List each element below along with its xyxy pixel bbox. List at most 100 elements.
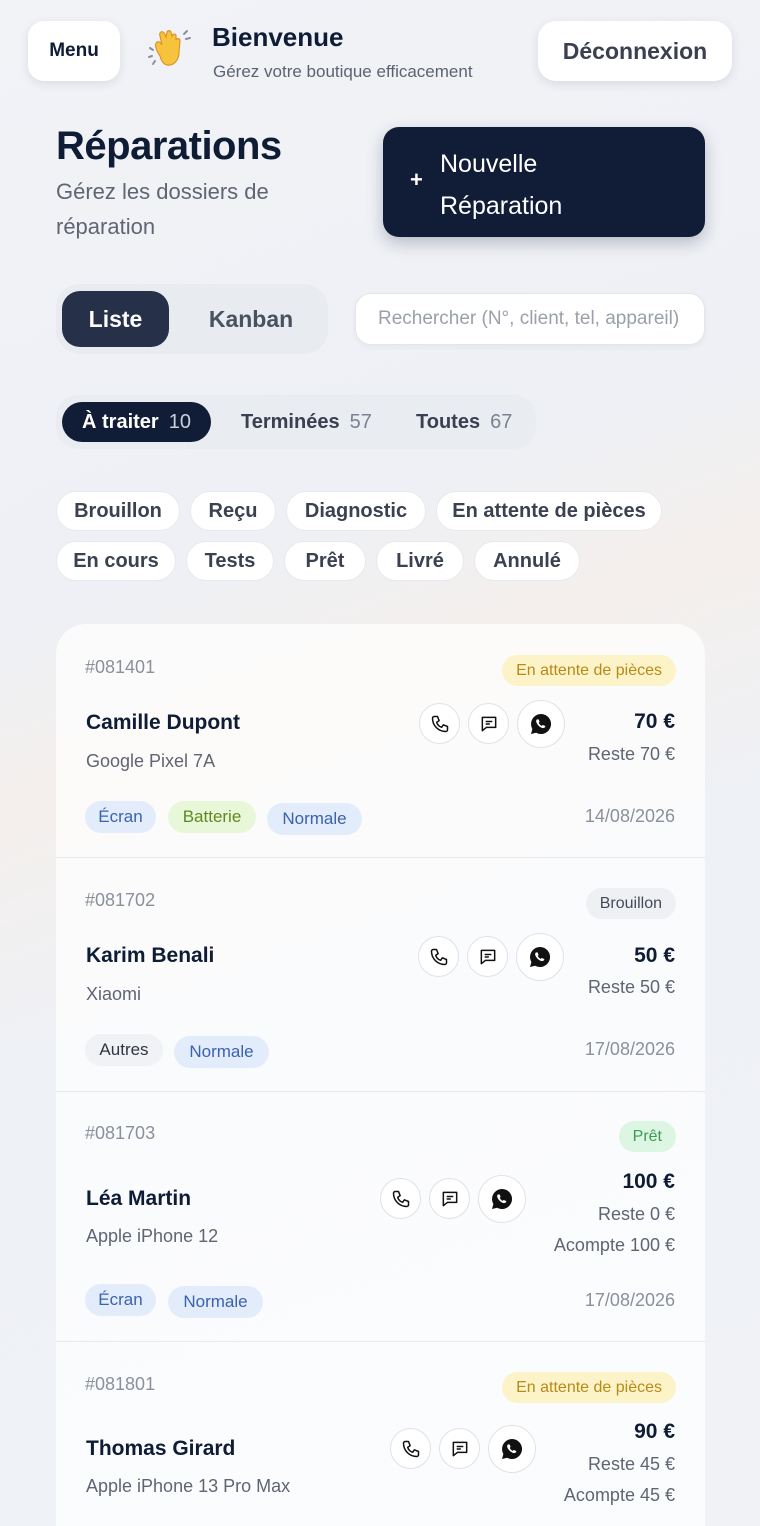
call-button[interactable] bbox=[418, 936, 459, 977]
repair-date: 17/08/2026 bbox=[584, 1039, 675, 1059]
message-icon bbox=[442, 1191, 457, 1206]
repair-card[interactable]: #081801 En attente de pièces Thomas Gira… bbox=[56, 1342, 705, 1526]
tab-all[interactable]: Toutes 67 bbox=[396, 402, 532, 442]
contact-actions bbox=[418, 933, 564, 981]
filter-chip-draft[interactable]: Brouillon bbox=[56, 491, 180, 531]
status-badge: Prêt bbox=[618, 1121, 676, 1152]
repair-ref: #081401 bbox=[85, 657, 156, 677]
new-repair-button[interactable]: + Nouvelle Réparation bbox=[383, 127, 705, 237]
contact-actions bbox=[419, 700, 565, 748]
welcome-subtitle: Gérez votre boutique efficacement bbox=[213, 62, 473, 81]
phone-icon bbox=[431, 715, 448, 732]
repair-card[interactable]: #081401 En attente de pièces Camille Dup… bbox=[56, 624, 705, 858]
repair-list: #081401 En attente de pièces Camille Dup… bbox=[56, 624, 705, 1526]
status-badge: En attente de pièces bbox=[502, 1372, 676, 1403]
repair-date: 17/08/2026 bbox=[584, 1290, 675, 1310]
page-title: Réparations bbox=[56, 124, 282, 168]
phone-icon bbox=[402, 1440, 419, 1457]
status-badge: Brouillon bbox=[585, 888, 676, 919]
device-name: Google Pixel 7A bbox=[86, 751, 216, 771]
repair-ref: #081801 bbox=[85, 1374, 156, 1394]
repair-card[interactable]: #081703 Prêt Léa Martin Apple iPhone 12 … bbox=[56, 1092, 705, 1342]
sms-button[interactable] bbox=[439, 1428, 480, 1469]
repair-ref: #081702 bbox=[85, 890, 156, 910]
filter-chip-received[interactable]: Reçu bbox=[190, 491, 276, 531]
tab-count: 10 bbox=[168, 410, 191, 433]
repair-price: 90 € bbox=[634, 1420, 675, 1443]
call-button[interactable] bbox=[419, 703, 460, 744]
menu-button[interactable]: Menu bbox=[28, 21, 120, 81]
tab-label: Toutes bbox=[416, 410, 481, 433]
repair-price: 50 € bbox=[634, 944, 675, 967]
phone-icon bbox=[392, 1190, 409, 1207]
filter-chip-in-progress[interactable]: En cours bbox=[56, 541, 176, 581]
tag-battery: Batterie bbox=[168, 801, 256, 833]
message-icon bbox=[480, 949, 495, 964]
device-name: Xiaomi bbox=[86, 984, 142, 1004]
contact-actions bbox=[390, 1425, 536, 1473]
filter-chip-diagnostic[interactable]: Diagnostic bbox=[286, 491, 426, 531]
client-name: Camille Dupont bbox=[86, 711, 241, 734]
client-name: Karim Benali bbox=[86, 944, 215, 967]
tab-count: 67 bbox=[490, 410, 513, 433]
deposit-amount: Acompte 45 € bbox=[563, 1485, 675, 1505]
view-toggle: Liste Kanban bbox=[56, 284, 328, 354]
tab-to-process[interactable]: À traiter 10 bbox=[62, 402, 211, 442]
whatsapp-icon bbox=[492, 1189, 513, 1209]
tab-label: À traiter bbox=[82, 410, 159, 433]
repair-ref: #081703 bbox=[85, 1123, 156, 1143]
page-subtitle: Gérez les dossiers de réparation bbox=[56, 179, 269, 239]
tag-screen: Écran bbox=[85, 1284, 156, 1316]
tab-label: Terminées bbox=[241, 410, 340, 433]
whatsapp-button[interactable] bbox=[517, 700, 565, 748]
whatsapp-icon bbox=[530, 946, 551, 967]
tag-priority: Normale bbox=[168, 1286, 263, 1318]
call-button[interactable] bbox=[380, 1178, 421, 1219]
device-name: Apple iPhone 13 Pro Max bbox=[86, 1476, 291, 1496]
device-name: Apple iPhone 12 bbox=[86, 1226, 219, 1246]
call-button[interactable] bbox=[390, 1428, 431, 1469]
sms-button[interactable] bbox=[467, 936, 508, 977]
view-kanban-button[interactable]: Kanban bbox=[182, 291, 320, 347]
contact-actions bbox=[380, 1175, 526, 1223]
repair-card[interactable]: #081702 Brouillon Karim Benali Xiaomi 50… bbox=[56, 858, 705, 1092]
plus-icon: + bbox=[410, 167, 423, 192]
welcome-title: Bienvenue bbox=[212, 22, 344, 52]
whatsapp-icon bbox=[502, 1439, 523, 1459]
sms-button[interactable] bbox=[429, 1178, 470, 1219]
filter-chip-cancelled[interactable]: Annulé bbox=[474, 541, 580, 581]
message-icon bbox=[452, 1441, 467, 1456]
deposit-amount: Acompte 100 € bbox=[553, 1235, 675, 1255]
remaining-amount: Reste 70 € bbox=[587, 744, 675, 764]
search-input[interactable] bbox=[355, 293, 705, 345]
tag-screen: Écran bbox=[85, 801, 156, 833]
waving-hand-icon bbox=[148, 30, 191, 66]
filter-chip-delivered[interactable]: Livré bbox=[376, 541, 464, 581]
whatsapp-button[interactable] bbox=[488, 1425, 536, 1473]
tag-priority: Normale bbox=[267, 803, 362, 835]
tag-other: Autres bbox=[85, 1034, 163, 1066]
repair-date: 14/08/2026 bbox=[584, 806, 675, 826]
filter-chip-ready[interactable]: Prêt bbox=[284, 541, 366, 581]
message-icon bbox=[481, 716, 496, 731]
client-name: Thomas Girard bbox=[86, 1437, 236, 1460]
tag-priority: Normale bbox=[174, 1036, 269, 1068]
sms-button[interactable] bbox=[468, 703, 509, 744]
filter-chip-tests[interactable]: Tests bbox=[186, 541, 274, 581]
tab-completed[interactable]: Terminées 57 bbox=[221, 402, 392, 442]
whatsapp-button[interactable] bbox=[516, 933, 564, 981]
remaining-amount: Reste 50 € bbox=[587, 977, 675, 997]
repair-price: 70 € bbox=[634, 710, 675, 733]
phone-icon bbox=[430, 948, 447, 965]
tab-count: 57 bbox=[349, 410, 372, 433]
status-tabs: À traiter 10 Terminées 57 Toutes 67 bbox=[56, 395, 536, 449]
remaining-amount: Reste 45 € bbox=[587, 1454, 675, 1474]
status-badge: En attente de pièces bbox=[502, 655, 676, 686]
view-list-button[interactable]: Liste bbox=[62, 291, 169, 347]
logout-button[interactable]: Déconnexion bbox=[538, 21, 732, 81]
client-name: Léa Martin bbox=[86, 1187, 192, 1210]
whatsapp-icon bbox=[531, 713, 552, 734]
filter-chip-waiting-parts[interactable]: En attente de pièces bbox=[436, 491, 662, 531]
remaining-amount: Reste 0 € bbox=[597, 1204, 675, 1224]
whatsapp-button[interactable] bbox=[478, 1175, 526, 1223]
